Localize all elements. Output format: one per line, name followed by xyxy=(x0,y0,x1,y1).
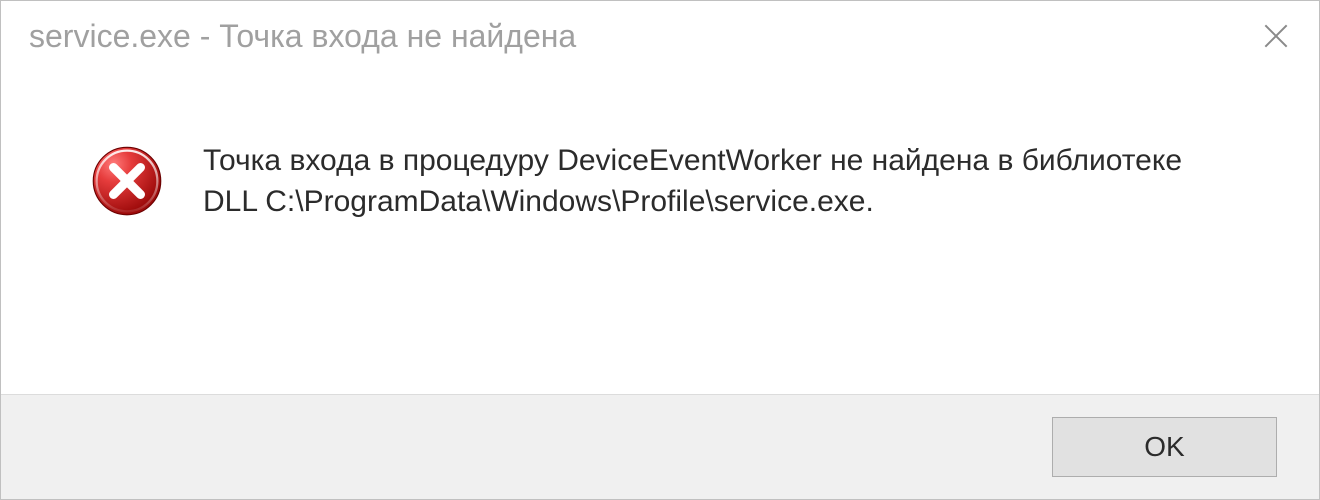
ok-button[interactable]: OK xyxy=(1052,417,1277,477)
error-message: Точка входа в процедуру DeviceEventWorke… xyxy=(203,141,1279,222)
window-title: service.exe - Точка входа не найдена xyxy=(29,18,576,55)
dialog-content: Точка входа в процедуру DeviceEventWorke… xyxy=(1,71,1319,394)
error-icon xyxy=(91,145,163,217)
close-button[interactable] xyxy=(1251,11,1301,61)
ok-button-label: OK xyxy=(1144,431,1184,463)
button-bar: OK xyxy=(1,394,1319,499)
error-dialog: service.exe - Точка входа не найдена xyxy=(0,0,1320,500)
close-icon xyxy=(1260,20,1292,52)
titlebar: service.exe - Точка входа не найдена xyxy=(1,1,1319,71)
